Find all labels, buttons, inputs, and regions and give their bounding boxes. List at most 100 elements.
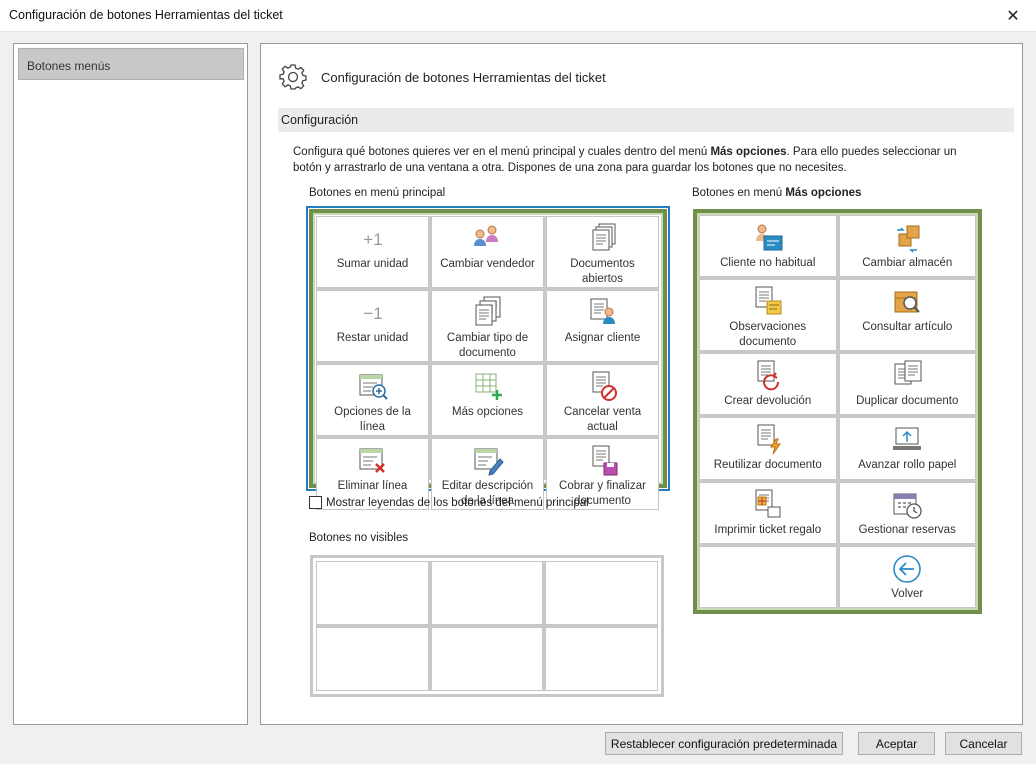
section-header: Configuración <box>278 108 1014 132</box>
hidden-slot[interactable] <box>430 561 544 625</box>
assign-client-icon <box>585 295 621 331</box>
principal-button-label: Asignar cliente <box>564 332 641 344</box>
mas-label-bold: Más opciones <box>785 187 862 199</box>
reset-defaults-button[interactable]: Restablecer configuración predeterminada <box>605 732 843 755</box>
principal-button-label: Más opciones <box>452 406 523 418</box>
principal-button[interactable]: Asignar cliente <box>546 290 659 362</box>
mas-group-label: Botones en menú Más opciones <box>692 187 861 199</box>
principal-button[interactable]: Cancelar venta actual <box>546 364 659 436</box>
mas-opciones-button[interactable]: Volver <box>838 545 976 608</box>
hidden-slot[interactable] <box>545 627 658 691</box>
svg-text:−1: −1 <box>363 304 382 323</box>
principal-button-label: Eliminar línea <box>337 480 408 492</box>
mas-opciones-button-label: Observaciones documento <box>729 321 807 349</box>
sidebar-item-botones-menus[interactable]: Botones menús <box>18 48 244 80</box>
principal-button-label: Cancelar venta actual <box>563 406 642 433</box>
mas-opciones-button[interactable]: Cliente no habitual <box>699 215 837 278</box>
more-options-icon <box>470 369 506 405</box>
title-bar: Configuración de botones Herramientas de… <box>0 0 1036 32</box>
mas-opciones-empty-slot[interactable] <box>699 545 837 608</box>
checkout-icon <box>585 443 621 479</box>
checkbox-box[interactable] <box>309 496 322 509</box>
principal-button-grid: +1 Sumar unidad Cambiar vendedor Documentos… <box>316 216 659 510</box>
hidden-group-label: Botones no visibles <box>309 532 409 544</box>
mas-opciones-button-label: Reutilizar documento <box>713 459 822 472</box>
duplicate-document-icon <box>889 358 925 394</box>
mas-opciones-button-label: Consultar artículo <box>862 321 953 334</box>
mas-opciones-button-label: Imprimir ticket regalo <box>714 523 822 536</box>
cancel-button[interactable]: Cancelar <box>945 732 1022 755</box>
main-panel: Configuración de botones Herramientas de… <box>260 43 1023 725</box>
mas-opciones-button-label: Gestionar reservas <box>858 523 956 536</box>
sidebar: Botones menús <box>13 43 248 725</box>
principal-button-label: Cambiar vendedor <box>440 258 535 270</box>
cancel-sale-icon <box>585 369 621 405</box>
edit-description-icon <box>470 443 506 479</box>
advance-paper-icon <box>889 422 925 458</box>
accept-button[interactable]: Aceptar <box>858 732 935 755</box>
principal-button-label: Sumar unidad <box>336 258 409 270</box>
mas-opciones-button[interactable]: Crear devolución <box>699 353 837 416</box>
reservations-icon <box>889 487 925 523</box>
hidden-slot[interactable] <box>430 627 544 691</box>
mas-opciones-button[interactable]: Reutilizar documento <box>699 417 837 480</box>
line-options-icon <box>355 369 391 405</box>
hidden-slot[interactable] <box>545 561 658 625</box>
mas-opciones-button[interactable]: Consultar artículo <box>838 279 976 352</box>
principal-button-label: Cambiar tipo de documento <box>446 332 529 359</box>
close-icon: ✕ <box>1006 7 1020 25</box>
page-title: Configuración de botones Herramientas de… <box>321 70 606 85</box>
principal-button[interactable]: Cambiar vendedor <box>431 216 544 288</box>
principal-button-label: Restar unidad <box>336 332 409 344</box>
mas-opciones-button[interactable]: Imprimir ticket regalo <box>699 481 837 544</box>
mas-opciones-button[interactable]: Cambiar almacén <box>838 215 976 278</box>
mas-opciones-button[interactable]: Observaciones documento <box>699 279 837 352</box>
principal-button[interactable]: Documentos abiertos <box>546 216 659 288</box>
hidden-button-grid <box>316 561 658 691</box>
principal-button[interactable]: Cambiar tipo de documento <box>431 290 544 362</box>
reuse-document-icon <box>750 422 786 458</box>
mas-opciones-button[interactable]: Duplicar documento <box>838 353 976 416</box>
principal-button[interactable]: Más opciones <box>431 364 544 436</box>
mas-opciones-button-label: Crear devolución <box>724 395 812 408</box>
principal-button[interactable]: Opciones de la línea <box>316 364 429 436</box>
window-title: Configuración de botones Herramientas de… <box>9 8 283 22</box>
principal-button-label: Documentos abiertos <box>570 258 635 285</box>
principal-button[interactable]: +1 Sumar unidad <box>316 216 429 288</box>
close-button[interactable]: ✕ <box>990 0 1036 31</box>
document-notes-icon <box>750 284 786 320</box>
principal-button-label: Opciones de la línea <box>334 406 411 433</box>
mas-opciones-button-label: Duplicar documento <box>856 395 959 408</box>
occasional-client-icon <box>750 220 786 256</box>
mas-opciones-button[interactable]: Gestionar reservas <box>838 481 976 544</box>
return-icon <box>750 358 786 394</box>
principal-group-label: Botones en menú principal <box>309 187 446 199</box>
checkbox-label: Mostrar leyendas de los botones del menú… <box>326 496 589 509</box>
principal-button[interactable]: −1 Restar unidad <box>316 290 429 362</box>
back-arrow-icon <box>889 551 925 587</box>
change-warehouse-icon <box>889 220 925 256</box>
gift-ticket-icon <box>750 487 786 523</box>
hidden-slot[interactable] <box>316 627 429 691</box>
plus-one-icon: +1 <box>355 221 391 257</box>
mas-opciones-button-label: Cliente no habitual <box>720 257 816 269</box>
hidden-slot[interactable] <box>316 561 429 625</box>
search-article-icon <box>889 284 925 320</box>
description-text-1: Configura qué botones quieres ver en el … <box>293 146 711 158</box>
gear-icon <box>279 64 307 90</box>
mas-label-prefix: Botones en menú <box>692 187 786 199</box>
mas-opciones-button-label: Avanzar rollo papel <box>858 459 957 472</box>
svg-text:+1: +1 <box>363 230 382 249</box>
minus-one-icon: −1 <box>355 295 391 331</box>
document-type-icon <box>470 295 506 331</box>
mas-opciones-button-label: Volver <box>891 587 924 600</box>
hidden-buttons-frame <box>310 555 664 697</box>
people-icon <box>470 221 506 257</box>
delete-line-icon <box>355 443 391 479</box>
description-bold: Más opciones <box>710 146 787 158</box>
mas-opciones-button[interactable]: Avanzar rollo papel <box>838 417 976 480</box>
mas-opciones-button-label: Cambiar almacén <box>862 257 953 269</box>
description: Configura qué botones quieres ver en el … <box>293 144 983 176</box>
mas-opciones-button-grid: Cliente no habitual Cambiar almacén Observ… <box>699 215 976 608</box>
show-legends-checkbox[interactable]: Mostrar leyendas de los botones del menú… <box>309 496 589 509</box>
